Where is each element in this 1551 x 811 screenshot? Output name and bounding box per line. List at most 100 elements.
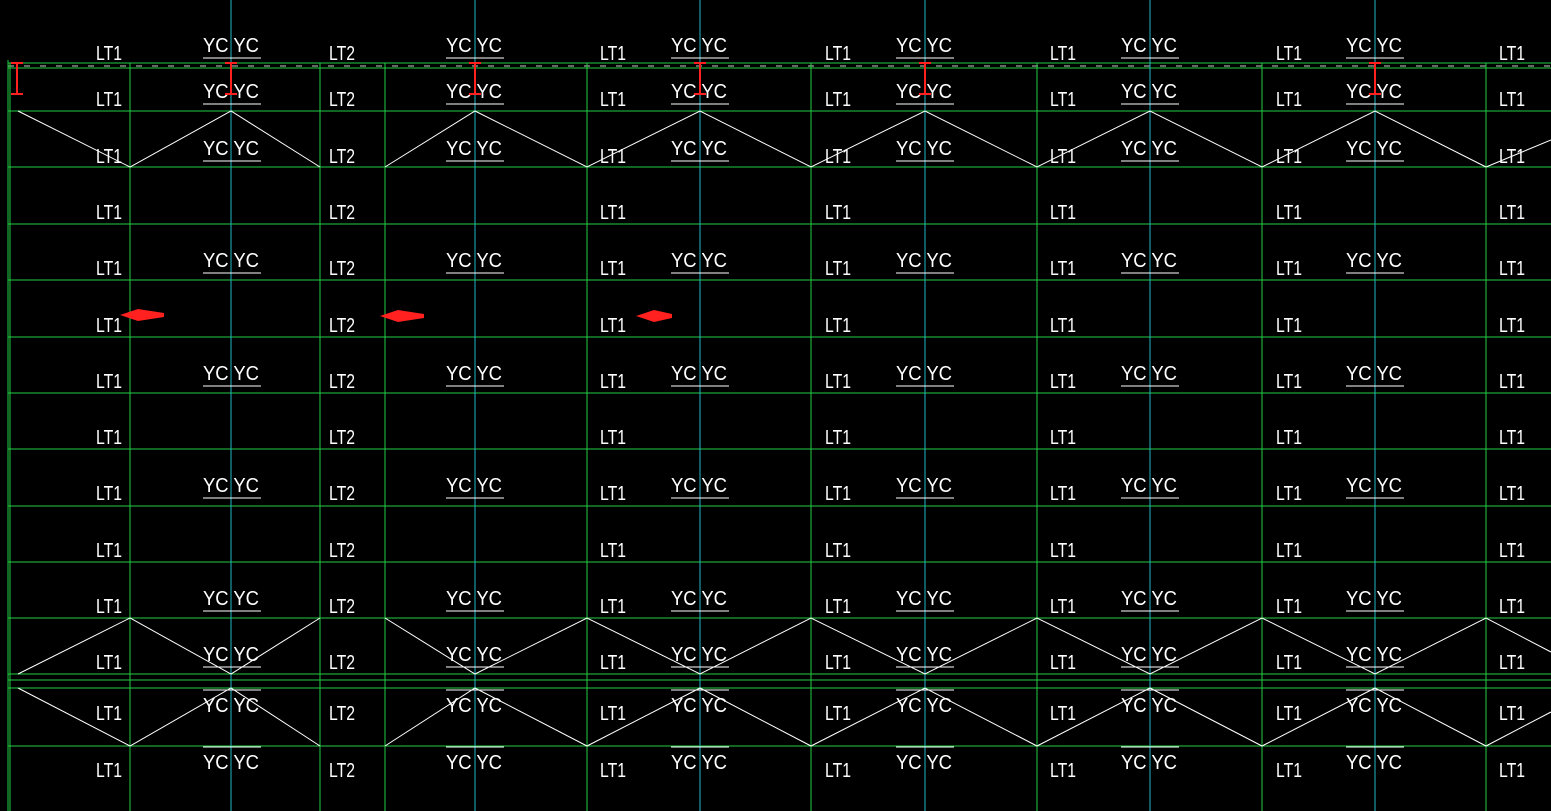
- member-label-lt: LT1: [1050, 596, 1076, 618]
- member-label-lt: LT1: [96, 43, 122, 65]
- member-label-lt: LT1: [825, 427, 851, 449]
- member-label-yc: YC YC: [203, 138, 259, 160]
- member-label-lt: LT1: [1499, 202, 1525, 224]
- member-label-lt: LT1: [96, 427, 122, 449]
- member-label-yc: YC YC: [446, 35, 502, 57]
- member-label-yc: YC YC: [1346, 695, 1402, 717]
- member-label-lt: LT2: [329, 89, 355, 111]
- member-label-lt: LT1: [1276, 703, 1302, 725]
- member-label-lt: LT1: [96, 703, 122, 725]
- member-label-lt: LT1: [1276, 652, 1302, 674]
- member-label-lt: LT1: [1276, 483, 1302, 505]
- member-label-lt: LT2: [329, 43, 355, 65]
- member-label-yc: YC YC: [896, 363, 952, 385]
- member-label-yc: YC YC: [1121, 752, 1177, 774]
- member-label-yc: YC YC: [896, 475, 952, 497]
- member-label-lt: LT1: [1499, 43, 1525, 65]
- member-label-yc: YC YC: [1346, 752, 1402, 774]
- member-label-lt: LT1: [600, 760, 626, 782]
- member-label-lt: LT1: [825, 43, 851, 65]
- member-label-lt: LT1: [600, 43, 626, 65]
- member-label-yc: YC YC: [896, 644, 952, 666]
- member-label-lt: LT1: [825, 652, 851, 674]
- member-label-yc: YC YC: [896, 695, 952, 717]
- member-label-lt: LT1: [1276, 540, 1302, 562]
- member-label-yc: YC YC: [671, 475, 727, 497]
- member-label-lt: LT1: [1276, 89, 1302, 111]
- member-label-lt: LT1: [1499, 483, 1525, 505]
- member-label-yc: YC YC: [446, 695, 502, 717]
- member-label-yc: YC YC: [203, 644, 259, 666]
- member-label-lt: LT1: [600, 652, 626, 674]
- member-label-lt: LT1: [600, 483, 626, 505]
- member-label-lt: LT1: [600, 427, 626, 449]
- member-label-yc: YC YC: [1121, 250, 1177, 272]
- member-label-lt: LT1: [1050, 652, 1076, 674]
- member-label-lt: LT1: [1276, 146, 1302, 168]
- member-label-yc: YC YC: [446, 588, 502, 610]
- member-label-yc: YC YC: [896, 588, 952, 610]
- member-label-yc: YC YC: [1121, 644, 1177, 666]
- member-label-lt: LT1: [1276, 43, 1302, 65]
- member-label-lt: LT1: [1499, 596, 1525, 618]
- member-label-yc: YC YC: [1121, 35, 1177, 57]
- member-label-yc: YC YC: [1346, 35, 1402, 57]
- member-label-lt: LT1: [1050, 315, 1076, 337]
- member-label-lt: LT1: [1050, 427, 1076, 449]
- member-label-yc: YC YC: [446, 250, 502, 272]
- cad-drawing-canvas: LT1 LT2 LT1 LT1 LT1 LT1 LT1 YC YC YC YC YC YC YC Y…: [0, 0, 1551, 811]
- member-label-yc: YC YC: [1121, 695, 1177, 717]
- member-label-lt: LT1: [825, 596, 851, 618]
- member-label-lt: LT2: [329, 315, 355, 337]
- member-label-lt: LT1: [1050, 89, 1076, 111]
- member-label-yc: YC YC: [671, 752, 727, 774]
- member-label-yc: YC YC: [1346, 475, 1402, 497]
- member-label-lt: LT1: [1276, 258, 1302, 280]
- member-label-yc: YC YC: [671, 644, 727, 666]
- member-label-yc: YC YC: [1346, 588, 1402, 610]
- member-label-lt: LT1: [1499, 427, 1525, 449]
- member-label-yc: YC YC: [671, 250, 727, 272]
- member-label-lt: LT1: [825, 315, 851, 337]
- member-label-lt: LT2: [329, 258, 355, 280]
- member-label-lt: LT1: [1276, 371, 1302, 393]
- member-label-yc: YC YC: [203, 695, 259, 717]
- member-label-lt: LT1: [1499, 89, 1525, 111]
- member-label-lt: LT1: [825, 146, 851, 168]
- member-label-lt: LT1: [1276, 760, 1302, 782]
- member-label-lt: LT1: [1276, 596, 1302, 618]
- member-label-lt: LT2: [329, 652, 355, 674]
- member-label-lt: LT2: [329, 540, 355, 562]
- member-label-yc: YC YC: [1121, 363, 1177, 385]
- member-label-yc: YC YC: [203, 475, 259, 497]
- member-label-lt: LT1: [825, 760, 851, 782]
- member-label-yc: YC YC: [203, 363, 259, 385]
- member-label-lt: LT1: [1050, 43, 1076, 65]
- member-label-yc: YC YC: [896, 138, 952, 160]
- member-label-yc: YC YC: [203, 752, 259, 774]
- member-label-yc: YC YC: [1346, 363, 1402, 385]
- member-label-lt: LT1: [96, 596, 122, 618]
- member-label-lt: LT1: [96, 258, 122, 280]
- member-label-lt: LT2: [329, 427, 355, 449]
- member-label-lt: LT1: [825, 371, 851, 393]
- member-label-yc: YC YC: [203, 250, 259, 272]
- member-label-lt: LT1: [96, 89, 122, 111]
- member-label-lt: LT1: [1499, 146, 1525, 168]
- member-label-lt: LT1: [600, 202, 626, 224]
- member-label-lt: LT1: [1276, 202, 1302, 224]
- member-label-yc: YC YC: [1346, 644, 1402, 666]
- member-label-yc: YC YC: [1121, 138, 1177, 160]
- member-label-yc: YC YC: [1346, 250, 1402, 272]
- member-label-lt: LT1: [96, 371, 122, 393]
- member-label-yc: YC YC: [896, 35, 952, 57]
- member-label-lt: LT1: [600, 703, 626, 725]
- member-label-lt: LT2: [329, 202, 355, 224]
- member-label-lt: LT1: [1499, 540, 1525, 562]
- member-label-lt: LT1: [96, 540, 122, 562]
- member-label-lt: LT1: [1050, 483, 1076, 505]
- member-label-yc: YC YC: [671, 363, 727, 385]
- member-label-lt: LT1: [1499, 760, 1525, 782]
- member-label-lt: LT2: [329, 760, 355, 782]
- member-label-lt: LT1: [600, 596, 626, 618]
